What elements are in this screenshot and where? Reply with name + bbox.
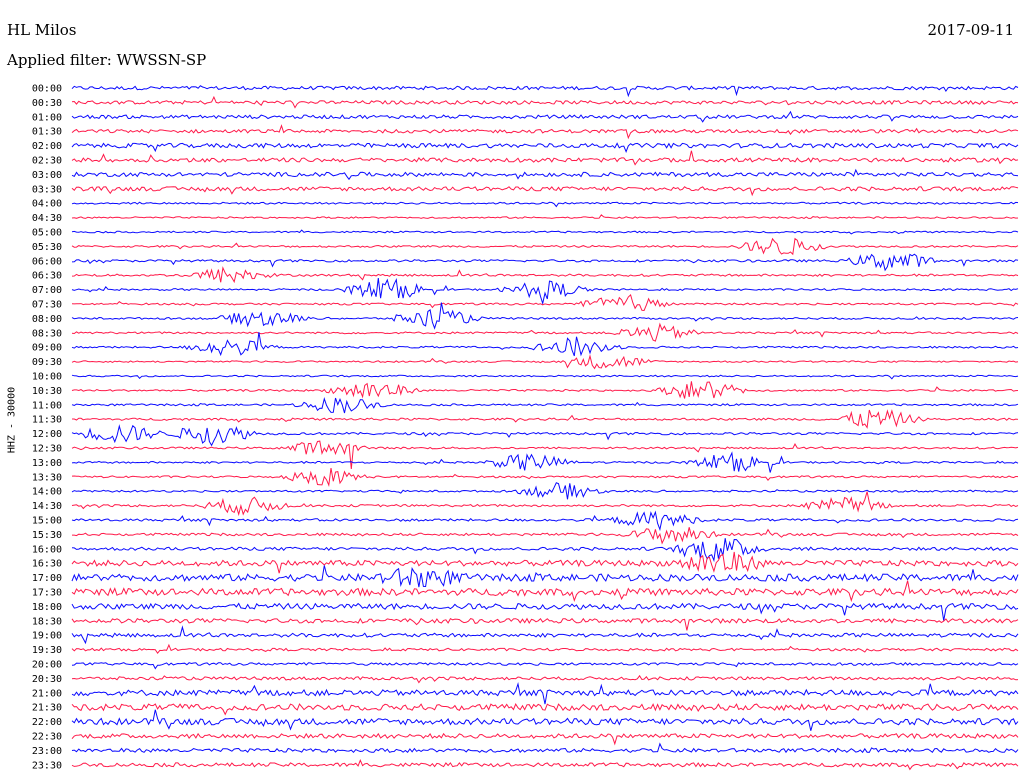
trace-line bbox=[71, 201, 1019, 208]
trace-line bbox=[71, 580, 1019, 603]
time-tick-label: 04:00 bbox=[32, 199, 62, 210]
trace-line bbox=[71, 424, 1019, 447]
time-tick-label: 11:30 bbox=[32, 415, 62, 426]
time-tick-label: 21:00 bbox=[32, 688, 62, 699]
trace-line bbox=[71, 266, 1019, 284]
time-tick-label: 09:00 bbox=[32, 343, 62, 354]
time-tick-label: 19:00 bbox=[32, 631, 62, 642]
time-tick-label: 17:00 bbox=[32, 573, 62, 584]
time-tick-label: 07:00 bbox=[32, 285, 62, 296]
time-tick-label: 01:30 bbox=[32, 127, 62, 138]
time-tick-label: 22:00 bbox=[32, 717, 62, 728]
trace-line bbox=[71, 682, 1019, 705]
time-tick-label: 00:00 bbox=[32, 84, 62, 95]
trace-line bbox=[71, 168, 1019, 181]
time-tick-label: 04:30 bbox=[32, 213, 62, 224]
trace-line bbox=[71, 661, 1019, 670]
time-tick-label: 05:00 bbox=[32, 228, 62, 239]
time-tick-label: 01:00 bbox=[32, 112, 62, 123]
time-tick-label: 15:30 bbox=[32, 530, 62, 541]
trace-line bbox=[71, 186, 1019, 197]
trace-line bbox=[71, 302, 1019, 330]
trace-line bbox=[71, 491, 1019, 517]
time-tick-label: 16:30 bbox=[32, 559, 62, 570]
trace-line bbox=[71, 451, 1019, 473]
time-tick-label: 07:30 bbox=[32, 300, 62, 311]
trace-line bbox=[72, 527, 1019, 545]
trace-line bbox=[71, 703, 1019, 716]
trace-line bbox=[71, 510, 1019, 532]
time-tick-label: 12:30 bbox=[32, 444, 62, 455]
trace-line bbox=[71, 625, 1019, 645]
trace-line bbox=[71, 538, 1019, 563]
time-tick-label: 18:00 bbox=[32, 602, 62, 613]
time-tick-label: 03:00 bbox=[32, 170, 62, 181]
time-tick-label: 06:30 bbox=[32, 271, 62, 282]
trace-line bbox=[71, 124, 1019, 140]
trace-line bbox=[71, 674, 1019, 684]
trace-line bbox=[71, 758, 1019, 771]
time-tick-label: 13:30 bbox=[32, 472, 62, 483]
time-tick-label: 19:30 bbox=[32, 645, 62, 656]
trace-line bbox=[71, 110, 1019, 123]
trace-line bbox=[71, 214, 1019, 219]
trace-line bbox=[71, 229, 1019, 235]
trace-line bbox=[71, 332, 1019, 357]
trace-line bbox=[71, 551, 1019, 574]
trace-line bbox=[71, 150, 1019, 166]
time-tick-label: 14:30 bbox=[32, 501, 62, 512]
time-label-group: 00:00 00:30 01:00 01:30 02:00 02:30 03:00 03:30… bbox=[32, 84, 62, 772]
trace-line bbox=[71, 237, 1019, 256]
trace-line bbox=[71, 643, 1019, 655]
time-tick-label: 18:30 bbox=[32, 616, 62, 627]
trace-line bbox=[71, 617, 1019, 631]
trace-line bbox=[72, 409, 1019, 429]
helicorder-page: HL Milos 2017-09-11 Applied filter: WWSS… bbox=[0, 0, 1024, 780]
trace-line bbox=[71, 397, 1019, 414]
time-tick-label: 10:00 bbox=[32, 372, 62, 383]
time-tick-label: 09:30 bbox=[32, 357, 62, 368]
time-tick-label: 23:00 bbox=[32, 746, 62, 757]
trace-line bbox=[71, 253, 1019, 272]
trace-line bbox=[71, 482, 1019, 500]
time-tick-label: 17:30 bbox=[32, 588, 62, 599]
trace-line bbox=[71, 602, 1019, 621]
time-tick-label: 08:00 bbox=[32, 314, 62, 325]
trace-line bbox=[71, 293, 1019, 312]
time-tick-label: 02:00 bbox=[32, 141, 62, 152]
time-tick-label: 13:00 bbox=[32, 458, 62, 469]
time-tick-label: 12:00 bbox=[32, 429, 62, 440]
trace-line bbox=[71, 95, 1019, 109]
time-tick-label: 23:30 bbox=[32, 760, 62, 771]
time-tick-label: 21:30 bbox=[32, 703, 62, 714]
time-tick-label: 03:30 bbox=[32, 184, 62, 195]
trace-line bbox=[71, 381, 1019, 399]
time-tick-label: 15:00 bbox=[32, 516, 62, 527]
trace-line bbox=[71, 565, 1019, 588]
trace-line bbox=[71, 142, 1019, 153]
trace-line bbox=[71, 85, 1019, 98]
time-tick-label: 08:30 bbox=[32, 328, 62, 339]
trace-line bbox=[71, 354, 1019, 370]
trace-line bbox=[71, 374, 1019, 380]
time-tick-label: 06:00 bbox=[32, 256, 62, 267]
time-tick-label: 20:00 bbox=[32, 660, 62, 671]
time-tick-label: 05:30 bbox=[32, 242, 62, 253]
time-tick-label: 22:30 bbox=[32, 732, 62, 743]
trace-line bbox=[71, 322, 1019, 342]
time-tick-label: 00:30 bbox=[32, 98, 62, 109]
trace-line bbox=[71, 742, 1019, 754]
time-tick-label: 11:00 bbox=[32, 400, 62, 411]
time-tick-label: 20:30 bbox=[32, 674, 62, 685]
time-tick-label: 16:00 bbox=[32, 544, 62, 555]
trace-line bbox=[71, 732, 1019, 746]
trace-line bbox=[71, 277, 1019, 306]
time-tick-label: 14:00 bbox=[32, 487, 62, 498]
trace-line bbox=[71, 468, 1019, 487]
time-tick-label: 10:30 bbox=[32, 386, 62, 397]
time-tick-label: 02:30 bbox=[32, 156, 62, 167]
helicorder-plot: 00:00 00:30 01:00 01:30 02:00 02:30 03:00 03:30… bbox=[32, 84, 1019, 772]
trace-group bbox=[71, 85, 1019, 771]
trace-line bbox=[71, 709, 1019, 731]
